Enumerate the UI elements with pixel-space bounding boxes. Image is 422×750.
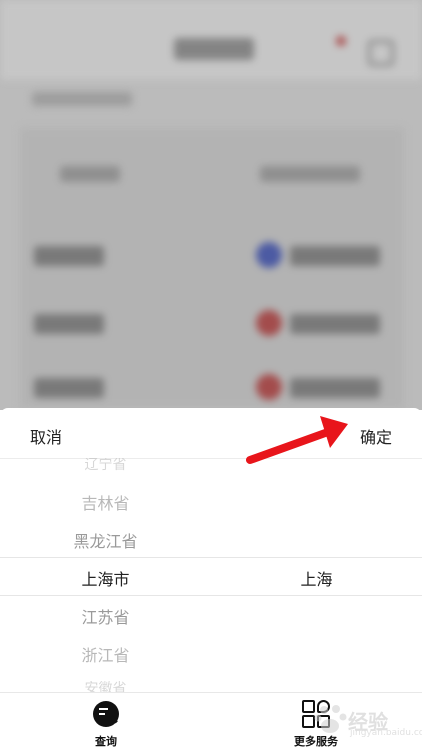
picker-wheels: 辽宁省 吉林省 黑龙江省 上海市 江苏省 浙江省 安徽省 上海 — [0, 458, 422, 698]
tab-query[interactable]: 查询 — [56, 693, 156, 750]
province-option[interactable]: 辽宁省 — [0, 458, 211, 474]
province-option[interactable]: 吉林省 — [0, 490, 211, 514]
modal-dim-overlay[interactable] — [0, 0, 422, 410]
paw-logo-icon — [314, 705, 347, 733]
province-option[interactable]: 黑龙江省 — [0, 528, 211, 552]
province-option[interactable]: 浙江省 — [0, 642, 211, 666]
province-option[interactable]: 江苏省 — [0, 604, 211, 628]
tab-query-label: 查询 — [95, 735, 117, 748]
city-option-selected[interactable]: 上海 — [211, 566, 422, 590]
province-wheel[interactable]: 辽宁省 吉林省 黑龙江省 上海市 江苏省 浙江省 安徽省 — [0, 458, 211, 698]
background-app-page — [0, 0, 422, 410]
city-wheel[interactable]: 上海 — [211, 458, 422, 698]
baidu-jingyan-watermark: 经验 jingyan.baidu.com — [312, 700, 422, 740]
watermark-url: jingyan.baidu.com — [350, 728, 422, 738]
cancel-button[interactable]: 取消 — [30, 424, 62, 448]
confirm-button[interactable]: 确定 — [360, 424, 392, 448]
province-option-selected[interactable]: 上海市 — [0, 566, 211, 590]
search-list-icon — [93, 701, 119, 727]
red-arrow-annotation — [246, 416, 348, 464]
